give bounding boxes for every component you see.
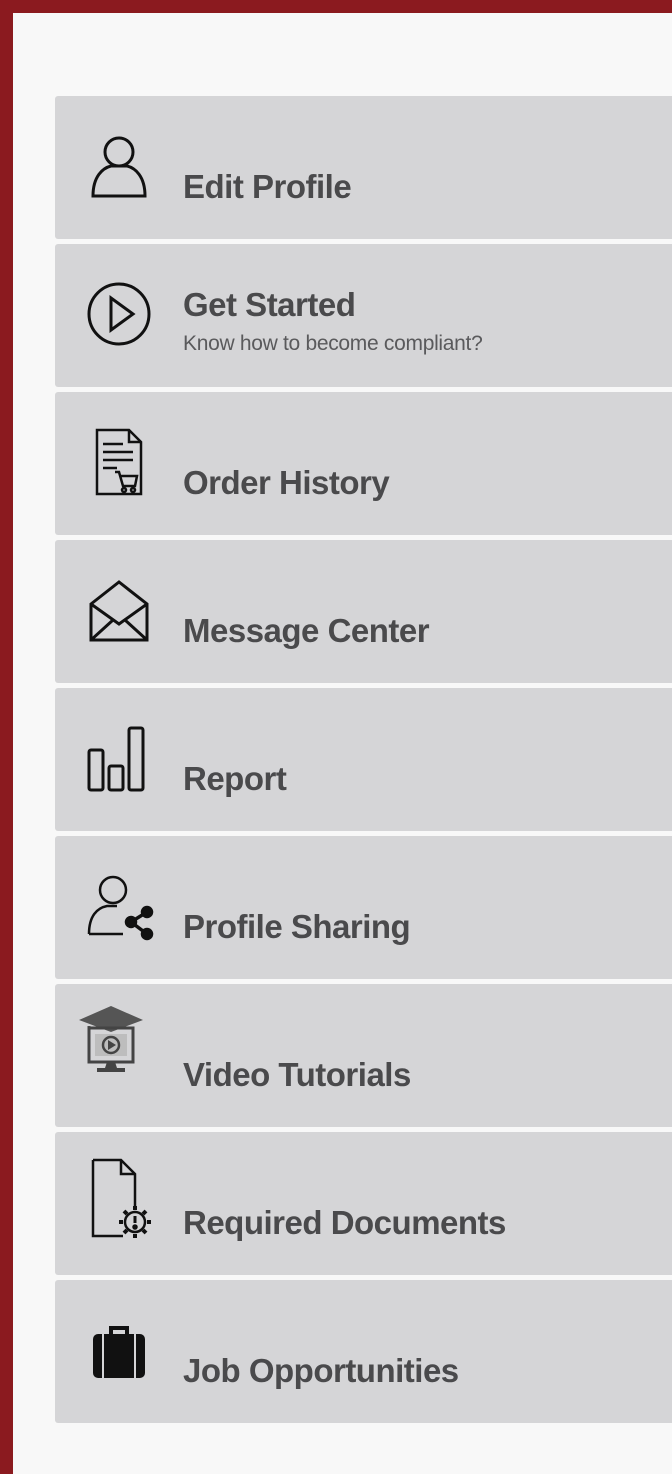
menu-item-report[interactable]: Report: [55, 688, 672, 831]
user-icon: [83, 130, 155, 202]
menu-item-message-center[interactable]: Message Center: [55, 540, 672, 683]
menu-item-label: Report: [183, 760, 287, 797]
menu-item-label: Order History: [183, 464, 390, 501]
document-alert-icon: [83, 1156, 155, 1240]
menu-item-label: Required Documents: [183, 1204, 506, 1241]
bar-chart-icon: [83, 722, 155, 794]
menu-item-label: Job Opportunities: [183, 1352, 459, 1389]
menu-item-label: Get Started: [183, 286, 356, 323]
menu-item-edit-profile[interactable]: Edit Profile: [55, 96, 672, 239]
menu-item-video-tutorials[interactable]: Video Tutorials: [55, 984, 672, 1127]
menu-item-profile-sharing[interactable]: Profile Sharing: [55, 836, 672, 979]
menu-item-label: Profile Sharing: [183, 908, 411, 945]
menu-item-label: Video Tutorials: [183, 1056, 411, 1093]
play-circle-icon: [83, 278, 155, 350]
briefcase-icon: [83, 1314, 155, 1386]
menu-item-order-history[interactable]: Order History: [55, 392, 672, 535]
user-share-icon: [83, 870, 155, 942]
side-menu: Edit Profile Get Started Know how to bec…: [55, 96, 672, 1423]
menu-item-label: Message Center: [183, 612, 430, 649]
video-tutorial-icon: [75, 1002, 147, 1074]
menu-item-job-opportunities[interactable]: Job Opportunities: [55, 1280, 672, 1423]
menu-item-sublabel: Know how to become compliant?: [183, 332, 483, 355]
envelope-open-icon: [83, 574, 155, 646]
menu-item-required-documents[interactable]: Required Documents: [55, 1132, 672, 1275]
app-frame: Edit Profile Get Started Know how to bec…: [0, 0, 672, 1474]
menu-item-get-started[interactable]: Get Started Know how to become compliant…: [55, 244, 672, 387]
receipt-cart-icon: [83, 426, 155, 498]
menu-item-label: Edit Profile: [183, 168, 352, 205]
